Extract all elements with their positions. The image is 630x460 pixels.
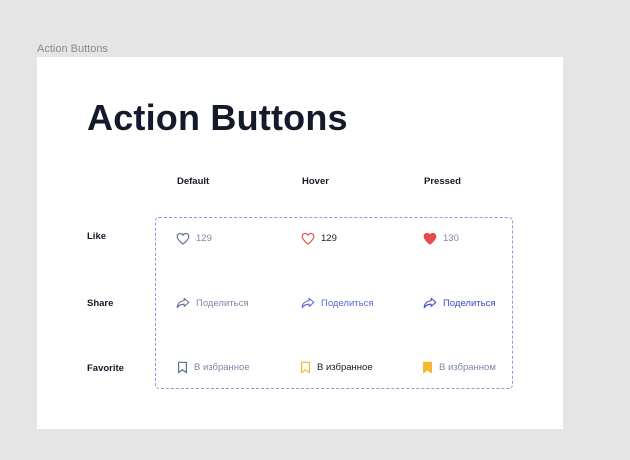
favorite-label: В избранное — [194, 362, 250, 373]
heart-outline-icon — [301, 232, 315, 245]
row-header-like: Like — [87, 231, 107, 242]
like-button-hover[interactable]: 129 — [301, 232, 337, 245]
share-button-pressed[interactable]: Поделиться — [423, 297, 495, 309]
like-count: 129 — [321, 233, 337, 244]
favorite-button-pressed[interactable]: В избранном — [422, 361, 496, 374]
like-count: 130 — [443, 233, 459, 244]
row-header-favorite: Favorite — [87, 363, 124, 374]
favorite-button-hover[interactable]: В избранное — [300, 361, 373, 374]
share-label: Поделиться — [321, 297, 374, 309]
like-count: 129 — [196, 233, 212, 244]
column-header-default: Default — [177, 176, 210, 187]
page-title: Action Buttons — [87, 97, 348, 138]
favorite-label: В избранное — [317, 362, 373, 373]
bookmark-outline-icon — [300, 361, 311, 374]
share-label: Поделиться — [196, 297, 249, 309]
heart-outline-icon — [176, 232, 190, 245]
share-label: Поделиться — [443, 297, 496, 309]
share-arrow-icon — [423, 297, 437, 309]
column-header-pressed: Pressed — [424, 176, 461, 187]
bookmark-filled-icon — [422, 361, 433, 374]
share-arrow-icon — [301, 297, 315, 309]
frame-label: Action Buttons — [37, 43, 108, 55]
column-header-hover: Hover — [302, 176, 329, 187]
like-button-pressed[interactable]: 130 — [423, 232, 459, 245]
artboard: Action Buttons Default Hover Pressed Lik… — [37, 57, 563, 429]
favorite-button-default[interactable]: В избранное — [177, 361, 250, 374]
share-button-default[interactable]: Поделиться — [176, 297, 248, 309]
favorite-label: В избранном — [439, 362, 496, 373]
like-button-default[interactable]: 129 — [176, 232, 212, 245]
bookmark-outline-icon — [177, 361, 188, 374]
heart-filled-icon — [423, 232, 437, 245]
share-arrow-icon — [176, 297, 190, 309]
row-header-share: Share — [87, 298, 114, 309]
share-button-hover[interactable]: Поделиться — [301, 297, 373, 309]
